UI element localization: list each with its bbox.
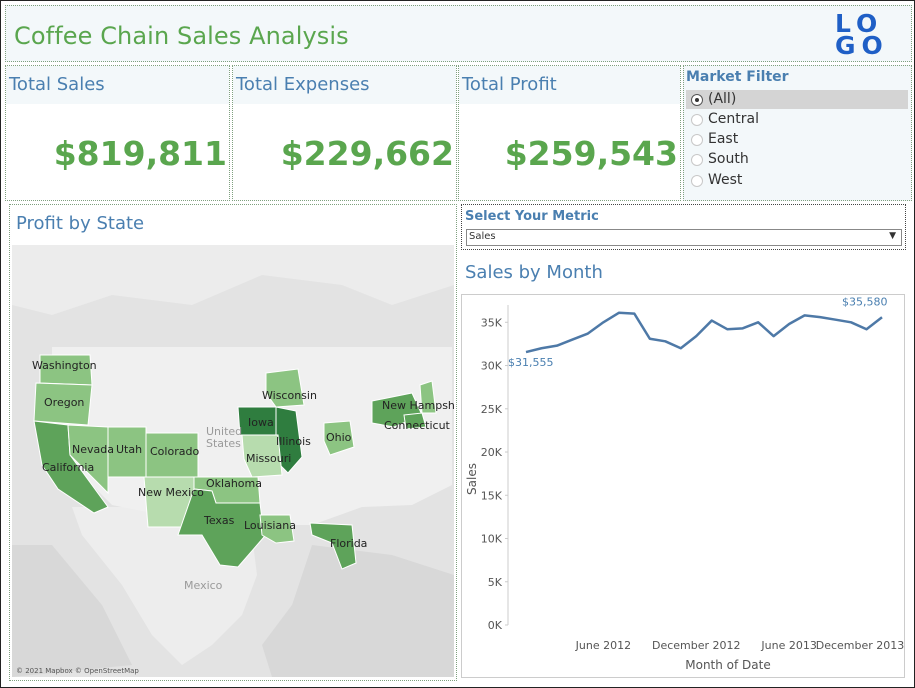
state-label: Connecticut	[384, 419, 451, 432]
y-tick-label: 10K	[481, 533, 503, 546]
kpi-total-expenses: Total Expenses $229,662	[232, 65, 457, 201]
kpi-total-sales: Total Sales $819,811	[5, 65, 230, 201]
y-tick-label: 5K	[488, 576, 503, 589]
state-label: Florida	[330, 537, 367, 550]
state-label: Nevada	[72, 443, 114, 456]
metric-dropdown-value: Sales	[469, 231, 496, 242]
x-axis-label: Month of Date	[685, 658, 771, 672]
kpi-value: $259,543	[504, 134, 678, 173]
series-line-group	[525, 311, 883, 354]
metric-selector: Select Your Metric Sales ▼	[461, 204, 906, 250]
state-label: Washington	[32, 359, 97, 372]
line-chart-title: Sales by Month	[465, 262, 603, 283]
y-axis: 0K 5K 10K 15K 20K 25K 30K 35K	[481, 316, 508, 632]
kpi-label: Total Sales	[9, 74, 105, 95]
y-tick-label: 25K	[481, 403, 503, 416]
us-map[interactable]: Washington Oregon California Nevada Utah…	[12, 245, 454, 677]
dashboard-title: Coffee Chain Sales Analysis	[14, 22, 349, 50]
map-title: Profit by State	[16, 213, 145, 234]
state-label: Oregon	[44, 396, 84, 409]
logo-line-2: GO	[835, 31, 889, 60]
state-label: Wisconsin	[262, 389, 317, 402]
filter-option-east[interactable]: East	[686, 130, 908, 149]
profit-by-state-panel: Profit by State Washington Oregon Califo…	[9, 204, 457, 681]
map-attribution: © 2021 Mapbox © OpenStreetMap	[16, 667, 139, 675]
chevron-down-icon[interactable]: ▼	[889, 231, 896, 241]
kpi-value: $819,811	[53, 134, 227, 173]
x-tick-label: June 2012	[575, 639, 631, 652]
filter-option-south[interactable]: South	[686, 150, 908, 169]
y-tick-label: 35K	[481, 316, 503, 329]
header-bar: Coffee Chain Sales Analysis LO GO	[5, 5, 912, 62]
radio-icon[interactable]	[691, 175, 703, 187]
state-label: New Hampshire	[382, 399, 454, 412]
line-chart-svg: 0K 5K 10K 15K 20K 25K 30K 35K June 2012 December…	[465, 295, 905, 672]
metric-selector-title: Select Your Metric	[465, 209, 599, 224]
filter-option-all[interactable]: (All)	[686, 90, 908, 109]
radio-selected-icon[interactable]	[691, 94, 703, 106]
kpi-label: Total Profit	[462, 74, 557, 95]
end-value-label: $35,580	[842, 295, 888, 308]
sales-series-line[interactable]	[525, 311, 883, 354]
y-tick-label: 30K	[481, 360, 503, 373]
market-filter: Market Filter (All) Central East South W…	[683, 65, 912, 201]
y-tick-label: 0K	[488, 619, 503, 632]
state-label: Illinois	[276, 435, 311, 448]
kpi-value: $229,662	[280, 134, 454, 173]
x-tick-label: June 2013	[760, 639, 816, 652]
radio-icon[interactable]	[691, 114, 703, 126]
filter-option-west[interactable]: West	[686, 171, 908, 190]
state-label: Oklahoma	[206, 477, 262, 490]
dashboard: Coffee Chain Sales Analysis LO GO Total …	[0, 0, 915, 688]
logo: LO GO	[835, 11, 889, 60]
x-axis: June 2012 December 2012 June 2013December …	[575, 639, 905, 652]
state-label: Louisiana	[244, 519, 296, 532]
line-chart-area[interactable]: 0K 5K 10K 15K 20K 25K 30K 35K June 2012 December…	[461, 294, 905, 678]
state-label: Missouri	[246, 452, 291, 465]
state-label: Ohio	[326, 431, 352, 444]
y-tick-label: 20K	[481, 446, 503, 459]
market-filter-title: Market Filter	[686, 69, 789, 85]
radio-icon[interactable]	[691, 134, 703, 146]
state-label: Texas	[203, 514, 235, 527]
filter-option-central[interactable]: Central	[686, 110, 908, 129]
kpi-total-profit: Total Profit $259,543	[458, 65, 681, 201]
state-label: New Mexico	[138, 486, 204, 499]
start-value-label: $31,555	[508, 356, 554, 369]
map-svg: Washington Oregon California Nevada Utah…	[12, 245, 454, 677]
state-label: California	[42, 461, 94, 474]
country-label-line-2: States	[206, 437, 241, 450]
sales-by-month-panel: Sales by Month 0K 5K 10K 15K 20K 25K 30K 35K Ju…	[461, 254, 905, 679]
x-tick-label: December 2013	[816, 639, 904, 652]
y-axis-label: Sales	[465, 463, 479, 495]
y-tick-label: 15K	[481, 489, 503, 502]
metric-dropdown[interactable]: Sales ▼	[466, 229, 902, 246]
country-label-mexico: Mexico	[184, 579, 223, 592]
state-label: Colorado	[150, 445, 199, 458]
x-tick-label: December 2012	[652, 639, 741, 652]
kpi-label: Total Expenses	[236, 74, 370, 95]
state-label: Utah	[116, 443, 142, 456]
radio-icon[interactable]	[691, 154, 703, 166]
state-label: Iowa	[248, 416, 274, 429]
